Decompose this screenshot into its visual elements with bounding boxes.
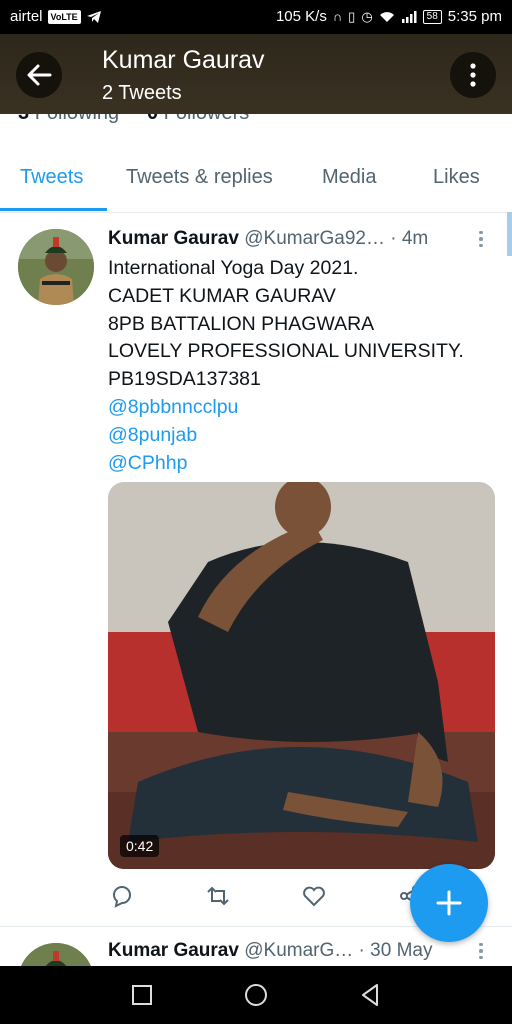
author-name[interactable]: Kumar Gaurav — [108, 940, 239, 961]
tweet-time: · 4m — [390, 228, 429, 249]
author-name[interactable]: Kumar Gaurav — [108, 228, 239, 249]
author-handle: @KumarG… — [244, 940, 354, 961]
telegram-icon — [86, 10, 101, 23]
back-button[interactable] — [16, 52, 62, 98]
avatar-photo — [18, 943, 94, 967]
tweet-line: LOVELY PROFESSIONAL UNIVERSITY. — [108, 340, 464, 363]
reply-icon[interactable] — [108, 882, 136, 910]
video-thumbnail — [108, 482, 495, 869]
network-speed: 105 K/s — [275, 8, 327, 25]
tweet-video[interactable]: 0:42 — [108, 482, 495, 869]
tweet-more-icon[interactable] — [472, 940, 490, 962]
tweet-line: 8PB BATTALION PHAGWARA — [108, 312, 375, 335]
active-tab-indicator — [0, 208, 107, 211]
tweet-line: CADET KUMAR GAURAV — [108, 284, 336, 307]
tweet-header: Kumar Gaurav @KumarG… · 30 May — [108, 940, 498, 962]
tweet-line: International Yoga Day 2021. — [108, 257, 359, 279]
tab-tweets-and-replies[interactable]: Tweets & replies — [126, 166, 273, 189]
tweet-text: International Yoga Day 2021. CADET KUMAR… — [108, 255, 464, 477]
tweet-more-icon[interactable] — [472, 228, 490, 250]
vibrate-icon: ▯ — [348, 8, 356, 24]
alarm-icon: ◷ — [361, 8, 373, 24]
tweet-line: PB19SDA137381 — [108, 368, 261, 391]
tweet-time: · 30 May — [358, 940, 433, 961]
tab-likes[interactable]: Likes — [433, 166, 480, 189]
avatar[interactable] — [18, 943, 94, 967]
compose-tweet-button[interactable] — [410, 864, 488, 942]
carrier-name: airtel — [10, 8, 43, 25]
mention-link[interactable]: @8punjab — [108, 422, 464, 450]
system-nav-bar — [0, 966, 512, 1024]
recent-apps-icon[interactable] — [127, 980, 157, 1010]
wifi-icon — [379, 11, 394, 22]
following-count: 3 — [18, 114, 29, 124]
arrow-left-icon — [27, 64, 52, 86]
back-nav-icon[interactable] — [355, 980, 385, 1010]
following-label: Following — [35, 114, 119, 124]
tab-tweets[interactable]: Tweets — [20, 166, 83, 189]
signal-icon — [401, 10, 417, 23]
profile-header: Kumar Gaurav 2 Tweets — [0, 34, 512, 114]
status-bar: airtel VoLTE 105 K/s ∩ ▯ ◷ 58 5:35 pm — [0, 0, 512, 34]
avatar-photo — [18, 229, 94, 305]
tweet-count: 2 Tweets — [102, 82, 182, 104]
tweet-header: Kumar Gaurav @KumarGa92… · 4m — [108, 228, 498, 250]
more-options-button[interactable] — [450, 52, 496, 98]
tab-media[interactable]: Media — [322, 166, 376, 189]
retweet-icon[interactable] — [204, 882, 232, 910]
headphones-icon: ∩ — [332, 9, 343, 24]
profile-name-title: Kumar Gaurav — [102, 46, 265, 74]
mention-link[interactable]: @8pbbnncclpu — [108, 394, 464, 422]
volte-badge: VoLTE — [47, 9, 81, 24]
profile-tabs: Tweets Tweets & replies Media Likes — [0, 150, 512, 213]
home-icon[interactable] — [241, 980, 271, 1010]
heart-icon[interactable] — [300, 882, 328, 910]
battery-level: 58 — [422, 9, 442, 24]
scrollbar[interactable] — [507, 212, 512, 256]
more-vertical-icon — [470, 63, 476, 87]
followers-count: 0 — [147, 114, 158, 124]
clock: 5:35 pm — [447, 8, 502, 25]
author-handle: @KumarGa92… — [244, 228, 385, 249]
mention-link[interactable]: @CPhhp — [108, 450, 464, 478]
video-duration: 0:42 — [120, 835, 160, 857]
followers-label: Followers — [164, 114, 250, 124]
avatar[interactable] — [18, 229, 94, 305]
follow-stats-peek: 3 Following 0 Followers — [18, 114, 318, 124]
plus-icon — [436, 890, 462, 916]
